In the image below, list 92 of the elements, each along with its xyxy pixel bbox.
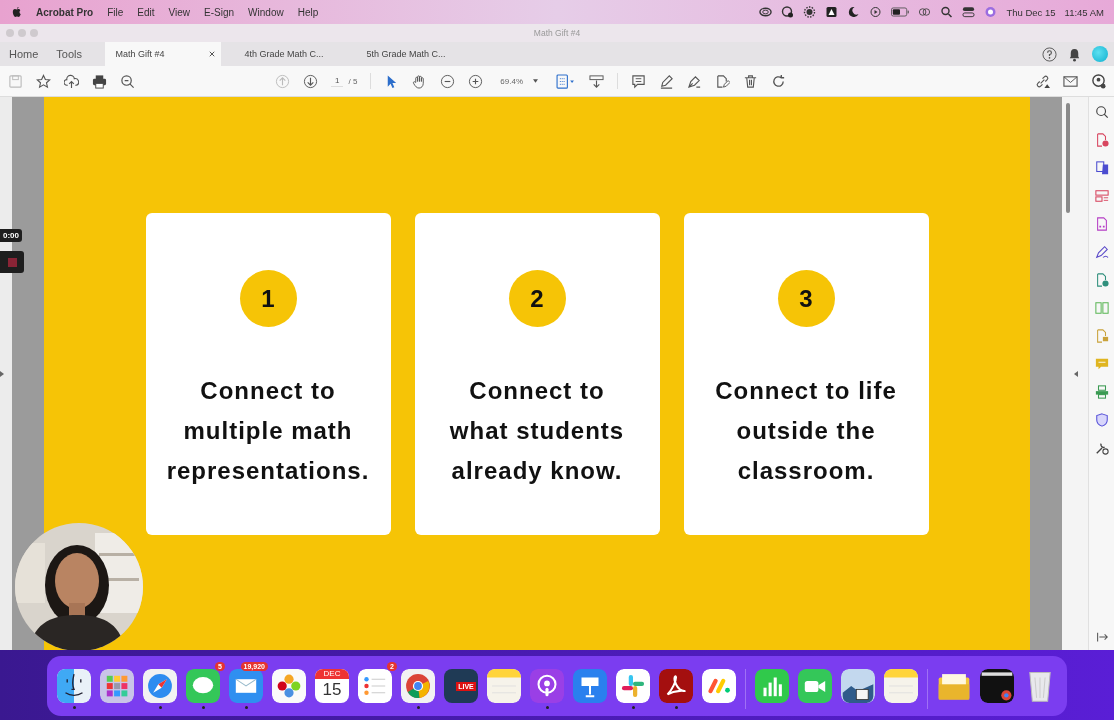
- menu-item[interactable]: File: [107, 6, 124, 18]
- document-plus-icon[interactable]: [1094, 133, 1109, 147]
- warning-square-icon[interactable]: [825, 6, 839, 18]
- rotate-icon[interactable]: [771, 73, 787, 89]
- menu-item[interactable]: Edit: [137, 6, 155, 18]
- window-title: Math Gift #4: [533, 28, 581, 38]
- number-circle: 2: [508, 270, 566, 327]
- expand-arrow-icon[interactable]: [0, 370, 4, 377]
- page-number-field[interactable]: 1: [331, 75, 344, 87]
- document-tab[interactable]: 4th Grade Math C...: [221, 42, 344, 66]
- zoom-out-circle-icon[interactable]: [440, 73, 456, 89]
- podcast-icon[interactable]: [530, 669, 564, 703]
- recording-timer: 0:00: [0, 229, 22, 242]
- star-icon[interactable]: [36, 73, 51, 89]
- collapse-panel-icon[interactable]: [1094, 630, 1109, 644]
- list-icon[interactable]: [358, 669, 392, 703]
- pencil-icon[interactable]: [659, 73, 675, 89]
- pen-nib-icon[interactable]: [687, 73, 703, 89]
- cloud-upload-icon[interactable]: [64, 73, 79, 89]
- card-text: Connect to what students already know.: [449, 376, 625, 486]
- zoom-icon[interactable]: [1094, 105, 1109, 119]
- apple-icon[interactable]: [12, 6, 22, 18]
- card-text: Connect to multiple math representations.: [166, 376, 370, 486]
- nav-tab[interactable]: Tools: [47, 42, 92, 66]
- document-tab[interactable]: Math Gift #4: [105, 42, 222, 66]
- help-icon[interactable]: [1042, 46, 1057, 62]
- menu-item[interactable]: Help: [297, 6, 319, 18]
- sun-icon[interactable]: [803, 6, 817, 18]
- scroll-mode-icon[interactable]: [589, 73, 605, 89]
- search-icon[interactable]: [940, 6, 954, 18]
- photo-stack-icon[interactable]: [841, 669, 875, 703]
- close-icon[interactable]: [208, 51, 215, 57]
- circle-logo-icon[interactable]: [401, 669, 435, 703]
- app-menu[interactable]: Acrobat Pro: [36, 6, 94, 18]
- swirl-icon[interactable]: [659, 669, 693, 703]
- next-page-icon[interactable]: [303, 73, 318, 89]
- menu-item[interactable]: View: [168, 6, 191, 18]
- video-camera-icon[interactable]: [798, 669, 832, 703]
- share-link-icon[interactable]: [1035, 73, 1050, 89]
- battery-icon[interactable]: [891, 7, 910, 17]
- bell-icon[interactable]: [1067, 46, 1082, 62]
- document-edit-icon[interactable]: [715, 73, 731, 89]
- stripes-icon[interactable]: [702, 669, 736, 703]
- calendar-icon[interactable]: DEC 15: [315, 669, 349, 703]
- hash-icon[interactable]: [616, 669, 650, 703]
- export-document-icon[interactable]: [1094, 161, 1109, 175]
- scan-icon[interactable]: [1094, 385, 1109, 399]
- notepad-icon[interactable]: [487, 669, 521, 703]
- record-icon[interactable]: [781, 6, 795, 18]
- page-count: / 5: [348, 76, 358, 86]
- zoom-out-icon[interactable]: [120, 73, 135, 89]
- menu-bar-time[interactable]: 11:45 AM: [1064, 6, 1104, 18]
- add-user-icon[interactable]: [1091, 73, 1106, 89]
- document-tab[interactable]: 5th Grade Math C...: [343, 42, 466, 66]
- menu-item[interactable]: Window: [248, 6, 284, 18]
- window-thumbnail-icon[interactable]: [980, 669, 1014, 703]
- envelope-icon[interactable]: [1063, 73, 1078, 89]
- grid-icon[interactable]: [100, 669, 134, 703]
- print-icon[interactable]: [92, 73, 107, 89]
- number-circle: 3: [777, 270, 835, 327]
- face-icon[interactable]: [57, 669, 91, 703]
- collapse-arrow-icon[interactable]: [1074, 370, 1078, 377]
- send-document-icon[interactable]: [1094, 273, 1109, 287]
- card-text: Connect to life outside the classroom.: [715, 376, 897, 486]
- number-circle: 1: [239, 270, 297, 327]
- layout-icon[interactable]: [1094, 189, 1109, 203]
- play-circle-icon[interactable]: [869, 6, 883, 18]
- menu-item[interactable]: E-Sign: [204, 6, 235, 18]
- flower-icon[interactable]: [272, 669, 306, 703]
- lectern-icon[interactable]: [573, 669, 607, 703]
- trash-icon[interactable]: [743, 73, 759, 89]
- form-document-icon[interactable]: [1094, 217, 1109, 231]
- wrench-plus-icon[interactable]: [1094, 441, 1109, 455]
- caret-icon: [533, 79, 539, 83]
- bar-chart-icon[interactable]: [755, 669, 789, 703]
- link-circles-icon[interactable]: [918, 6, 932, 18]
- compass-icon[interactable]: [143, 669, 177, 703]
- nav-tab[interactable]: Home: [0, 42, 48, 66]
- zoom-dropdown[interactable]: 69.4%: [496, 76, 543, 86]
- menu-bar-date[interactable]: Thu Dec 15: [1006, 6, 1056, 18]
- envelope-icon[interactable]: [229, 669, 263, 703]
- toggles-icon[interactable]: [962, 6, 976, 18]
- shield-icon[interactable]: [1094, 413, 1109, 427]
- moon-icon[interactable]: [847, 6, 861, 18]
- zoom-in-circle-icon[interactable]: [468, 73, 484, 89]
- comment-icon[interactable]: [631, 73, 647, 89]
- scrollbar-thumb[interactable]: [1066, 103, 1070, 213]
- notepad-icon[interactable]: [884, 669, 918, 703]
- cloud-swirl-icon[interactable]: [759, 6, 773, 18]
- speech-bubble-icon[interactable]: [186, 669, 220, 703]
- signature-pen-icon[interactable]: [1094, 245, 1109, 259]
- siri-icon[interactable]: [984, 6, 998, 18]
